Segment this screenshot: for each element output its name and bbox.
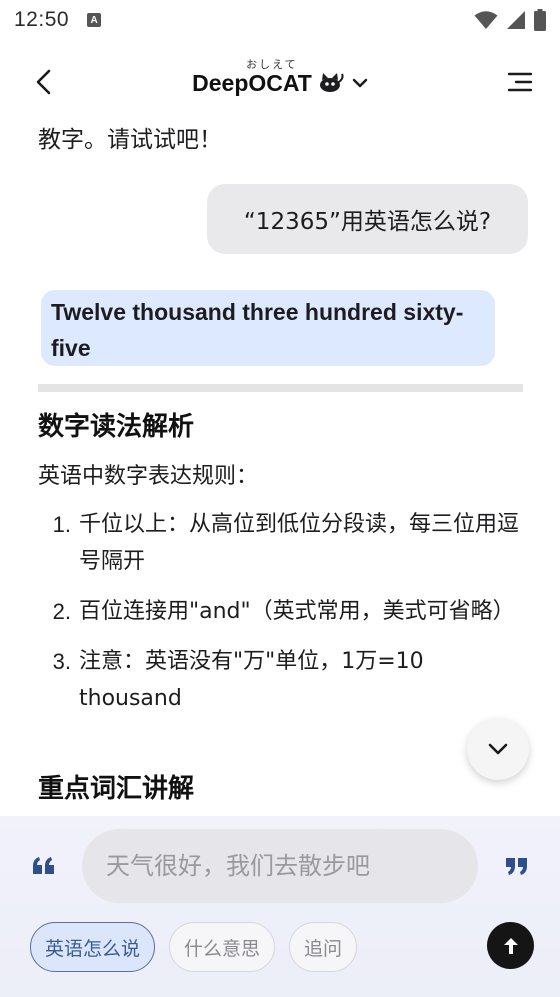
title-ruby: おしえて	[246, 58, 298, 71]
section-divider	[38, 384, 523, 392]
rules-intro: 英语中数字表达规则：	[38, 464, 259, 489]
chip-follow-up[interactable]: 追问	[289, 922, 358, 972]
status-time: 12:50	[14, 8, 70, 31]
notification-badge-icon: A	[87, 13, 102, 27]
left-quote-icon	[33, 857, 54, 874]
chevron-down-icon	[488, 743, 508, 755]
rules-list: 1. 千位以上：从高位到低位分段读，每三位用逗号隔开 2. 百位连接用"and"…	[38, 506, 528, 730]
menu-icon	[507, 72, 533, 92]
previous-message-text: 教字。请试试吧！	[38, 127, 222, 153]
list-item: 1. 千位以上：从高位到低位分段读，每三位用逗号隔开	[38, 506, 528, 580]
answer-text: Twelve thousand three hundred sixty-five	[51, 299, 464, 361]
list-item-text: 千位以上：从高位到低位分段读，每三位用逗号隔开	[79, 512, 520, 574]
menu-button[interactable]	[504, 66, 536, 98]
section-title-vocabulary: 重点词汇讲解	[38, 774, 195, 804]
message-input[interactable]	[82, 829, 478, 903]
scroll-to-bottom-button[interactable]	[467, 718, 529, 780]
user-message-text: “12365”用英语怎么说?	[243, 209, 492, 235]
chip-what-does-it-mean[interactable]: 什么意思	[169, 922, 276, 972]
list-item: 2. 百位连接用"and"（英式常用，美式可省略）	[38, 593, 528, 630]
chevron-down-icon	[352, 78, 368, 88]
section-title-number-reading: 数字读法解析	[38, 412, 195, 442]
status-icons	[474, 9, 546, 31]
chip-how-to-say-in-english[interactable]: 英语怎么说	[30, 922, 156, 972]
user-message-bubble[interactable]: “12365”用英语怎么说?	[207, 184, 528, 254]
list-item-text: 百位连接用"and"（英式常用，美式可省略）	[79, 599, 515, 624]
list-item-number: 2.	[52, 599, 71, 624]
status-bar: 12:50 A	[0, 0, 560, 40]
list-item-text: 注意：英语没有"万"单位，1万=10 thousand	[79, 649, 424, 711]
right-quote-icon	[506, 858, 527, 875]
app-title: DeepOCAT	[192, 70, 312, 96]
send-button[interactable]	[487, 922, 534, 969]
battery-icon	[534, 9, 546, 31]
list-item-number: 3.	[52, 649, 71, 674]
title-dropdown-button[interactable]	[352, 74, 368, 93]
answer-bubble[interactable]: Twelve thousand three hundred sixty-five	[41, 290, 495, 366]
list-item: 3. 注意：英语没有"万"单位，1万=10 thousand	[38, 643, 528, 717]
chat-area[interactable]: 教字。请试试吧！ “12365”用英语怎么说? Twelve thousand …	[0, 124, 560, 816]
input-panel: 英语怎么说 什么意思 追问	[0, 816, 560, 997]
list-item-number: 1.	[52, 512, 71, 537]
cat-logo-icon	[319, 72, 344, 92]
quick-chips: 英语怎么说 什么意思 追问	[30, 922, 358, 972]
title-area: おしえて DeepOCAT	[0, 58, 560, 97]
app-header: おしえて DeepOCAT	[0, 40, 560, 124]
app-title-group[interactable]: おしえて DeepOCAT	[192, 58, 368, 97]
arrow-up-icon	[503, 937, 518, 954]
wifi-icon	[474, 11, 498, 29]
signal-icon	[507, 11, 525, 29]
